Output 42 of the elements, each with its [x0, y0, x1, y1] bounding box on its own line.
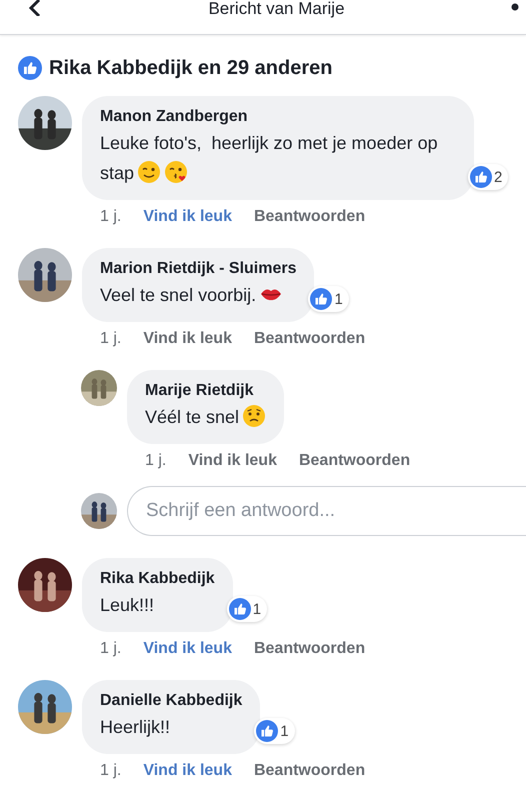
like-icon — [310, 288, 332, 310]
like-link[interactable]: Vind ik leuk — [143, 208, 232, 226]
wink-emoji-icon — [137, 160, 162, 184]
reply-link[interactable]: Beantwoorden — [254, 640, 366, 658]
reaction-count[interactable]: 1 — [308, 286, 349, 312]
like-link[interactable]: Vind ik leuk — [143, 640, 232, 658]
reply-link[interactable]: Beantwoorden — [254, 208, 366, 226]
comment-text: Leuk!!! — [100, 594, 156, 617]
like-icon — [470, 166, 492, 188]
reply-link[interactable]: Beantwoorden — [254, 762, 366, 780]
comment-text: Véél te snel — [145, 402, 266, 432]
kiss-emoji-icon — [164, 160, 188, 184]
like-icon — [256, 720, 278, 742]
comment-text: Veel te snel voorbij. — [100, 280, 296, 310]
comment-time: 1 j. — [145, 452, 166, 470]
like-link[interactable]: Vind ik leuk — [188, 452, 277, 470]
reaction-count[interactable]: 2 — [468, 164, 508, 190]
like-icon — [18, 56, 42, 80]
reply-link[interactable]: Beantwoorden — [298, 452, 410, 470]
author-name[interactable]: Marion Rietdijk - Sluimers — [100, 258, 296, 280]
reply-field[interactable]: Schrijf een antwoord... — [127, 486, 526, 536]
comment-time: 1 j. — [100, 208, 122, 226]
reaction-count[interactable]: 1 — [254, 718, 295, 744]
comment-text: Leuke foto's, heerlijk zo met je moeder op stap — [100, 132, 439, 186]
comment-time: 1 j. — [100, 640, 122, 658]
author-name[interactable]: Manon Zandbergen — [100, 106, 456, 128]
like-link[interactable]: Vind ik leuk — [143, 762, 232, 780]
comment-time: 1 j. — [100, 330, 122, 348]
reaction-count[interactable]: 1 — [226, 596, 268, 622]
author-name[interactable]: Rika Kabbedijk — [100, 568, 215, 590]
reply-link[interactable]: Beantwoorden — [254, 330, 366, 348]
author-name[interactable]: Marije Rietdijk — [145, 380, 266, 402]
menu-icon[interactable] — [511, 3, 519, 11]
likes-summary[interactable]: Rika Kabbedijk en 29 anderen — [49, 56, 332, 80]
worried-emoji-icon — [242, 404, 266, 428]
comment-time: 1 j. — [100, 762, 122, 780]
author-name[interactable]: Danielle Kabbedijk — [100, 690, 242, 712]
back-icon[interactable] — [28, 0, 42, 16]
page-title: Bericht van Marije — [207, 0, 346, 18]
comment-text: Heerlijk!! — [100, 716, 172, 739]
like-icon — [228, 598, 251, 620]
like-link[interactable]: Vind ik leuk — [143, 330, 232, 348]
